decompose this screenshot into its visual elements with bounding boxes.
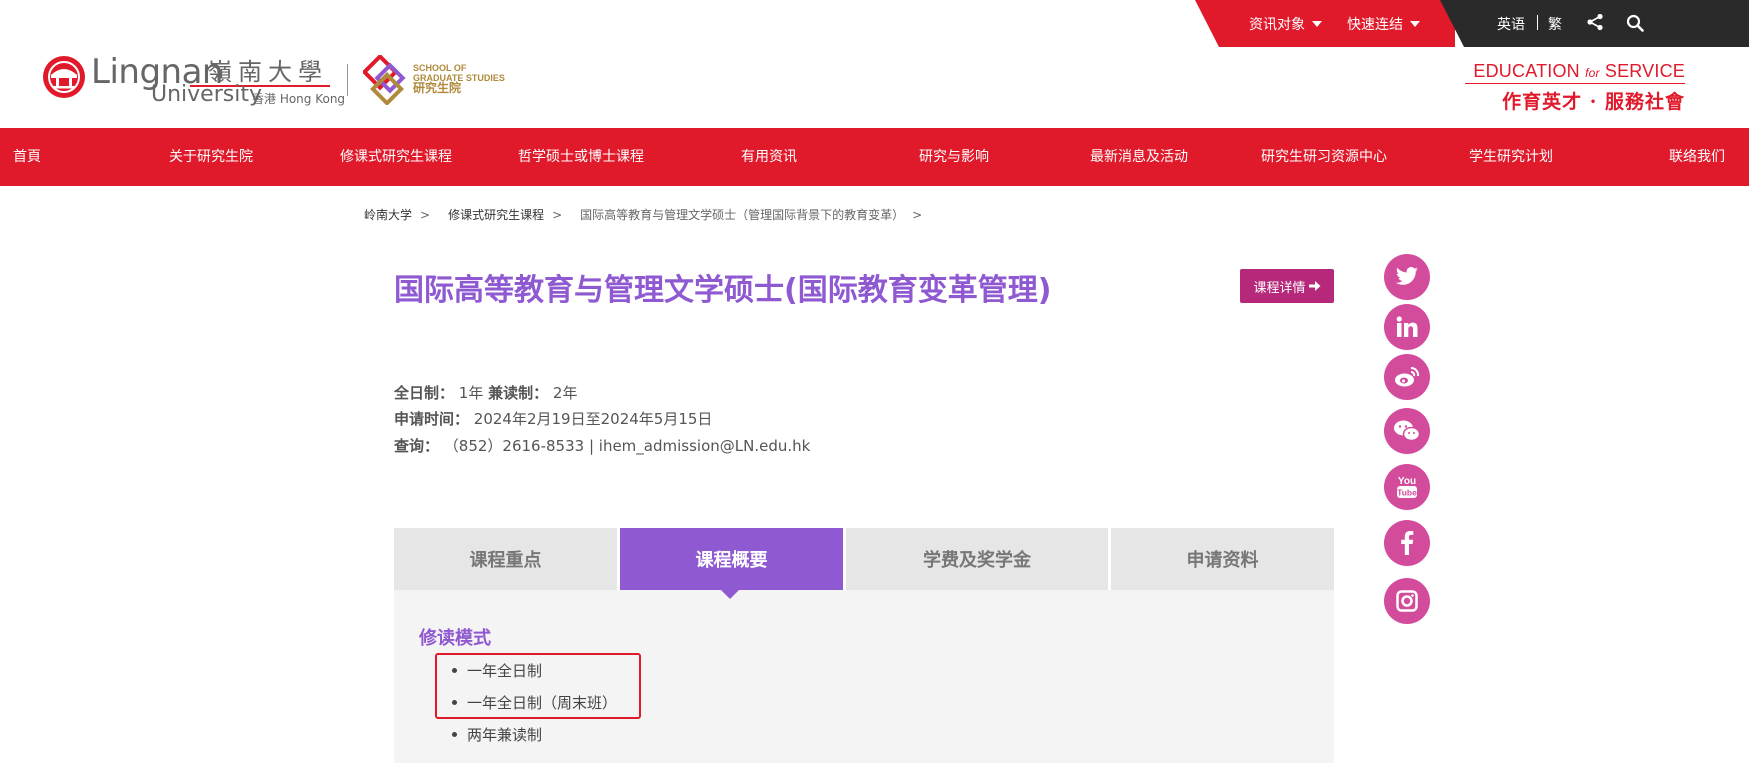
- breadcrumb-separator: >: [912, 207, 923, 222]
- sgs-line1: SCHOOL OF: [413, 63, 467, 73]
- search-icon[interactable]: [1626, 14, 1644, 32]
- nav-item-news-events[interactable]: 最新消息及活动: [1090, 128, 1188, 186]
- twitter-icon[interactable]: [1384, 254, 1430, 300]
- lingnan-hk-text: 香港 Hong Kong: [252, 92, 346, 106]
- info-target-menu[interactable]: 资讯对象: [1249, 14, 1322, 34]
- youtube-icon[interactable]: You Tube: [1384, 464, 1430, 510]
- duration-label: 全日制：: [394, 384, 455, 402]
- weibo-icon[interactable]: [1384, 354, 1430, 400]
- instagram-icon[interactable]: [1384, 578, 1430, 624]
- active-tab-indicator: [721, 590, 739, 599]
- duration-pt-label: 兼读制：: [488, 384, 549, 402]
- chevron-down-icon: [1410, 21, 1420, 27]
- motto-en-for: for: [1585, 66, 1600, 80]
- sgs-text: SCHOOL OF GRADUATE STUDIES 研究生院: [413, 63, 505, 95]
- quick-links-menu[interactable]: 快速连结: [1347, 14, 1420, 34]
- svg-text:Tube: Tube: [1397, 488, 1417, 498]
- linkedin-icon[interactable]: [1384, 304, 1430, 350]
- tab-highlights[interactable]: 课程重点: [394, 528, 617, 590]
- page: 资讯对象 快速连结 英语 繁 Lingnan 嶺南大學 University 香…: [0, 0, 1749, 763]
- motto-zh: 作育英才 · 服務社會: [1502, 91, 1685, 113]
- page-title: 国际高等教育与管理文学硕士(国际教育变革管理): [394, 273, 1052, 308]
- highlight-box: [435, 653, 641, 719]
- logo-divider: [347, 64, 348, 96]
- motto-logo: EDUCATION for SERVICE 作育英才 · 服務社會: [1465, 61, 1685, 114]
- tab-fees-scholarships[interactable]: 学费及奖学金: [846, 528, 1108, 590]
- nav-item-resource-centre[interactable]: 研究生研习资源中心: [1261, 128, 1387, 186]
- sgs-emblem-icon: [363, 55, 406, 105]
- enquiry-row: 查询： （852）2616-8533 | ihem_admission@LN.e…: [394, 435, 810, 456]
- application-row: 申请时间： 2024年2月19日至2024年5月15日: [394, 408, 712, 429]
- programme-details-label: 课程详情: [1253, 280, 1306, 296]
- breadcrumb-separator: >: [552, 207, 563, 222]
- nav-item-contact[interactable]: 联络我们: [1669, 128, 1725, 186]
- breadcrumb: 岭南大学 > 修课式研究生课程 > 国际高等教育与管理文学硕士（管理国际背景下的…: [364, 206, 932, 223]
- study-mode-item: 两年兼读制: [467, 726, 543, 744]
- chevron-down-icon: [1312, 21, 1322, 27]
- study-mode-title: 修读模式: [419, 628, 491, 649]
- duration-ft: 1年: [458, 384, 484, 402]
- tab-application-info[interactable]: 申请资料: [1111, 528, 1334, 590]
- duration-row: 全日制： 1年 兼读制： 2年: [394, 382, 577, 403]
- breadcrumb-item-taught[interactable]: 修课式研究生课程: [448, 206, 544, 223]
- lang-traditional-label: 繁: [1548, 17, 1562, 33]
- breadcrumb-item-lingnan[interactable]: 岭南大学: [364, 206, 412, 223]
- lang-english-label: 英语: [1497, 17, 1525, 33]
- motto-en-part1: EDUCATION: [1473, 61, 1586, 81]
- list-item: 两年兼读制: [452, 724, 542, 745]
- motto-en: EDUCATION for SERVICE: [1465, 61, 1685, 82]
- nav-item-taught-programmes[interactable]: 修课式研究生课程: [340, 128, 452, 186]
- svg-text:You: You: [1398, 476, 1416, 487]
- utility-divider: [1537, 15, 1538, 30]
- motto-en-part2: SERVICE: [1599, 61, 1685, 81]
- motto-line: [1465, 83, 1685, 84]
- facebook-icon[interactable]: [1384, 520, 1430, 566]
- breadcrumb-separator: >: [420, 207, 431, 222]
- breadcrumb-item-current: 国际高等教育与管理文学硕士（管理国际背景下的教育变革）: [580, 208, 905, 222]
- lingnan-zh-name: 嶺南大學: [208, 58, 328, 86]
- application-label: 申请时间：: [394, 410, 470, 428]
- wechat-icon[interactable]: [1384, 408, 1430, 454]
- share-icon[interactable]: [1586, 13, 1604, 31]
- enquiry-label: 查询：: [394, 437, 440, 455]
- nav-item-research-degrees[interactable]: 哲学硕士或博士课程: [518, 128, 644, 186]
- programme-tabs: 课程重点 课程概要 学费及奖学金 申请资料: [394, 528, 1334, 590]
- application-period: 2024年2月19日至2024年5月15日: [473, 410, 713, 428]
- nav-item-home[interactable]: 首頁: [13, 128, 41, 186]
- lingnan-emblem-icon: [43, 56, 85, 98]
- arrow-right-icon: [1308, 281, 1320, 291]
- lingnan-university-text: University: [151, 82, 262, 107]
- nav-item-student-research[interactable]: 学生研究计划: [1469, 128, 1553, 186]
- quick-links-label: 快速连结: [1347, 17, 1403, 33]
- main-nav: 首頁 关于研究生院 修课式研究生课程 哲学硕士或博士课程 有用资讯 研究与影响 …: [0, 128, 1749, 186]
- bullet-icon: [452, 732, 457, 737]
- lang-english-link[interactable]: 英语: [1497, 14, 1525, 34]
- nav-item-useful-info[interactable]: 有用资讯: [741, 128, 797, 186]
- programme-details-button[interactable]: 课程详情: [1240, 269, 1334, 303]
- nav-item-research-impact[interactable]: 研究与影响: [919, 128, 989, 186]
- duration-pt: 2年: [552, 384, 578, 402]
- lang-traditional-link[interactable]: 繁: [1548, 14, 1562, 34]
- sgs-zh: 研究生院: [413, 81, 462, 95]
- info-target-label: 资讯对象: [1249, 17, 1305, 33]
- nav-item-about[interactable]: 关于研究生院: [169, 128, 253, 186]
- enquiry-value[interactable]: （852）2616-8533 | ihem_admission@LN.edu.h…: [444, 437, 811, 455]
- tab-overview[interactable]: 课程概要: [620, 528, 843, 590]
